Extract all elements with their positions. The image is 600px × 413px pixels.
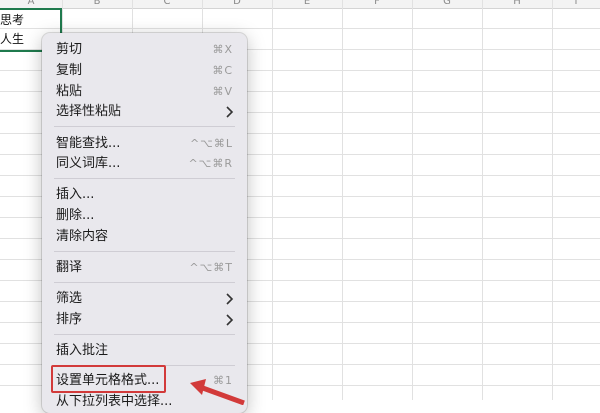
menu-separator (54, 334, 235, 335)
column-header-g[interactable]: G (412, 0, 482, 8)
column-divider (412, 0, 413, 400)
menu-item-label: 排序 (56, 312, 83, 327)
column-divider (482, 0, 483, 400)
menu-item-shortcut: ^⌥⌘T (189, 261, 233, 274)
menu-item-insert[interactable]: 插入... (42, 185, 247, 205)
column-header-f[interactable]: F (342, 0, 412, 8)
menu-item-delete[interactable]: 删除... (42, 206, 247, 226)
menu-item-shortcut: ⌘V (212, 85, 233, 98)
menu-item-paste[interactable]: 粘贴 ⌘V (42, 82, 247, 102)
menu-item-label: 筛选 (56, 291, 83, 306)
menu-separator (54, 178, 235, 179)
menu-item-shortcut: ⌘X (212, 43, 233, 56)
column-header-e[interactable]: E (272, 0, 342, 8)
menu-item-label: 智能查找... (56, 136, 121, 151)
column-header-d[interactable]: D (202, 0, 272, 8)
menu-separator (54, 126, 235, 127)
chevron-right-icon (226, 106, 234, 118)
chevron-right-icon (226, 314, 234, 326)
menu-item-label: 插入... (56, 187, 95, 202)
menu-item-shortcut: ^⌥⌘L (189, 137, 233, 150)
menu-item-label: 选择性粘贴 (56, 104, 122, 119)
annotation-highlight-box (51, 365, 166, 393)
menu-item-label: 翻译 (56, 260, 83, 275)
chevron-right-icon (226, 293, 234, 305)
column-divider (272, 0, 273, 400)
menu-item-paste-special[interactable]: 选择性粘贴 (42, 102, 247, 122)
column-divider (552, 0, 553, 400)
menu-item-filter[interactable]: 筛选 (42, 289, 247, 309)
menu-item-shortcut: ^⌥⌘R (188, 157, 233, 170)
menu-separator (54, 251, 235, 252)
menu-item-label: 粘贴 (56, 84, 83, 99)
menu-item-label: 删除... (56, 208, 95, 223)
menu-item-label: 复制 (56, 63, 83, 78)
column-header-h[interactable]: H (482, 0, 552, 8)
menu-item-label: 插入批注 (56, 343, 109, 358)
menu-item-translate[interactable]: 翻译 ^⌥⌘T (42, 258, 247, 278)
menu-item-shortcut: ⌘C (212, 64, 233, 77)
menu-item-label: 清除内容 (56, 229, 109, 244)
menu-separator (54, 282, 235, 283)
menu-item-cut[interactable]: 剪切 ⌘X (42, 40, 247, 60)
column-header-b[interactable]: B (62, 0, 132, 8)
menu-item-copy[interactable]: 复制 ⌘C (42, 61, 247, 81)
menu-item-insert-comment[interactable]: 插入批注 (42, 341, 247, 361)
menu-item-smart-lookup[interactable]: 智能查找... ^⌥⌘L (42, 134, 247, 154)
menu-item-thesaurus[interactable]: 同义词库... ^⌥⌘R (42, 154, 247, 174)
annotation-arrow-icon (190, 379, 245, 405)
column-header-i[interactable]: I (552, 0, 600, 8)
menu-item-clear-contents[interactable]: 清除内容 (42, 227, 247, 247)
column-header-c[interactable]: C (132, 0, 202, 8)
column-divider (342, 0, 343, 400)
column-header-a[interactable]: A (0, 0, 62, 8)
menu-item-label: 同义词库... (56, 156, 121, 171)
menu-item-sort[interactable]: 排序 (42, 310, 247, 330)
menu-item-label: 剪切 (56, 42, 83, 57)
menu-item-label: 从下拉列表中选择... (56, 394, 173, 409)
row-divider (0, 28, 600, 29)
context-menu: 剪切 ⌘X 复制 ⌘C 粘贴 ⌘V 选择性粘贴 智能查找... ^⌥⌘L 同义词… (42, 33, 247, 413)
column-header-row: A B C D E F G H I (0, 0, 600, 9)
